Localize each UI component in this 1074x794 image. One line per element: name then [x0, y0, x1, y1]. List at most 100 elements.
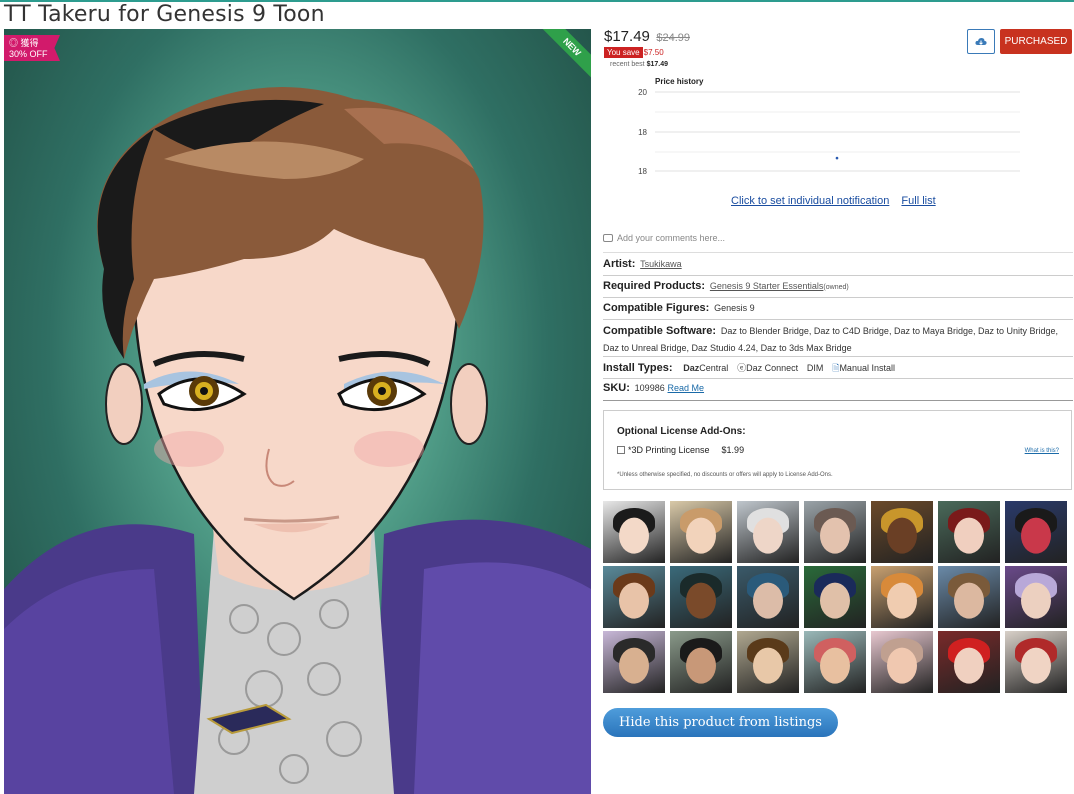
- download-button[interactable]: [967, 29, 995, 54]
- compatible-software-row: Compatible Software: Daz to Blender Brid…: [603, 321, 1073, 357]
- owned-note: (owned): [823, 284, 849, 291]
- printing-license-label: *3D Printing License: [628, 445, 710, 455]
- related-product-thumbnail[interactable]: [804, 631, 866, 693]
- printing-license-price: $1.99: [721, 445, 745, 455]
- manual-install-label: Manual Install: [839, 363, 895, 373]
- y-tick-label: 18: [638, 167, 647, 176]
- you-save-label: You save: [604, 47, 643, 58]
- full-list-link[interactable]: Full list: [901, 195, 935, 207]
- thumbnail-face: [753, 582, 783, 619]
- dazconnect-label: Daz Connect: [746, 363, 799, 373]
- license-option: *3D Printing License $1.99: [617, 445, 1071, 455]
- thumbnail-face: [887, 647, 917, 684]
- sku-value: 109986: [634, 383, 665, 393]
- dazcentral-install[interactable]: DazCentral: [683, 363, 728, 373]
- license-heading: Optional License Add-Ons:: [617, 426, 746, 437]
- related-product-thumbnail[interactable]: [938, 566, 1000, 628]
- related-product-thumbnail[interactable]: [804, 566, 866, 628]
- related-product-thumbnail[interactable]: [737, 631, 799, 693]
- comment-icon: [603, 234, 613, 242]
- related-product-thumbnail[interactable]: [737, 501, 799, 563]
- dazconnect-icon: ⓔ: [737, 363, 747, 373]
- thumbnail-face: [887, 582, 917, 619]
- thumbnail-face: [954, 582, 984, 619]
- thumbnail-face: [954, 517, 984, 554]
- price-point[interactable]: [835, 156, 839, 160]
- figures-value: Genesis 9: [714, 303, 755, 313]
- recent-best-value: $17.49: [646, 61, 669, 68]
- related-product-thumbnail[interactable]: [1005, 566, 1067, 628]
- related-product-thumbnail[interactable]: [603, 566, 665, 628]
- set-notification-link[interactable]: Click to set individual notification: [731, 195, 889, 207]
- required-products-row: Required Products: Genesis 9 Starter Ess…: [603, 277, 1073, 298]
- thumbnail-face: [686, 582, 716, 619]
- sku-label: SKU:: [603, 382, 630, 394]
- license-note: *Unless otherwise specified, no discount…: [617, 472, 833, 478]
- sale-badge: ◎ 獲得 30% OFF: [4, 35, 60, 61]
- thumbnail-face: [619, 517, 649, 554]
- software-label: Compatible Software:: [603, 325, 717, 337]
- comment-field[interactable]: Add your comments here...: [603, 230, 1073, 253]
- printing-license-checkbox[interactable]: [617, 446, 625, 454]
- price-block: $17.49 $24.99 You save $7.50 recent best …: [604, 28, 690, 68]
- related-product-thumbnail[interactable]: [804, 501, 866, 563]
- sku-row: SKU: 109986 Read Me: [603, 380, 1073, 401]
- related-product-thumbnail[interactable]: [938, 631, 1000, 693]
- cloud-download-icon: [975, 37, 987, 45]
- related-product-thumbnail[interactable]: [1005, 501, 1067, 563]
- artist-label: Artist:: [603, 258, 636, 270]
- compatible-figures-row: Compatible Figures: Genesis 9: [603, 299, 1073, 320]
- price-history-chart: 20 18 18: [638, 88, 1020, 176]
- product-illustration: [4, 87, 591, 794]
- thumbnail-face: [820, 647, 850, 684]
- related-product-thumbnail[interactable]: [670, 501, 732, 563]
- read-me-link[interactable]: Read Me: [668, 383, 705, 393]
- related-product-thumbnail[interactable]: [603, 631, 665, 693]
- install-types-row: Install Types: DazCentral ⓔDaz Connect D…: [603, 358, 1073, 379]
- thumbnail-face: [820, 582, 850, 619]
- you-save: You save $7.50: [604, 47, 690, 58]
- thumbnail-face: [753, 647, 783, 684]
- thumbnail-face: [954, 647, 984, 684]
- dazconnect-install[interactable]: ⓔDaz Connect: [737, 363, 798, 373]
- thumbnail-face: [686, 647, 716, 684]
- thumbnail-face: [686, 517, 716, 554]
- y-tick-label: 20: [638, 88, 647, 97]
- related-product-thumbnail[interactable]: [670, 631, 732, 693]
- related-product-thumbnail[interactable]: [871, 566, 933, 628]
- what-is-this-link[interactable]: What is this?: [1025, 448, 1059, 454]
- artist-link[interactable]: Tsukikawa: [640, 259, 682, 269]
- hide-product-button[interactable]: Hide this product from listings: [603, 708, 838, 737]
- current-price: $17.49: [604, 28, 650, 45]
- thumbnail-face: [820, 517, 850, 554]
- related-product-thumbnail[interactable]: [1005, 631, 1067, 693]
- related-product-thumbnail[interactable]: [670, 566, 732, 628]
- thumbnail-face: [1021, 582, 1051, 619]
- dim-install[interactable]: DIM: [807, 363, 824, 373]
- manual-install[interactable]: 🗎Manual Install: [832, 363, 895, 373]
- required-label: Required Products:: [603, 280, 706, 292]
- related-product-thumbnail[interactable]: [603, 501, 665, 563]
- license-addons-box: Optional License Add-Ons: *3D Printing L…: [603, 410, 1072, 490]
- dazcentral-central: Central: [699, 363, 729, 373]
- dazcentral-daz: Daz: [683, 363, 700, 373]
- required-product-link[interactable]: Genesis 9 Starter Essentials: [710, 281, 824, 291]
- original-price: $24.99: [656, 32, 690, 44]
- recent-best-label: recent best: [610, 61, 645, 68]
- related-product-thumbnail[interactable]: [938, 501, 1000, 563]
- thumbnail-face: [619, 582, 649, 619]
- purchased-button[interactable]: PURCHASED: [1000, 29, 1072, 54]
- product-title: TT Takeru for Genesis 9 Toon: [4, 2, 325, 27]
- related-products-grid: [603, 501, 1071, 693]
- sale-badge-top: ◎ 獲得: [9, 38, 39, 48]
- thumbnail-face: [619, 647, 649, 684]
- sale-badge-off: 30% OFF: [9, 49, 48, 59]
- related-product-thumbnail[interactable]: [737, 566, 799, 628]
- recent-best: recent best $17.49: [610, 61, 690, 68]
- related-product-thumbnail[interactable]: [871, 501, 933, 563]
- related-product-thumbnail[interactable]: [871, 631, 933, 693]
- product-image[interactable]: ◎ 獲得 30% OFF NEW: [4, 29, 591, 794]
- artist-row: Artist: Tsukikawa: [603, 255, 1073, 276]
- thumbnail-face: [753, 517, 783, 554]
- notification-links: Click to set individual notification Ful…: [731, 195, 936, 207]
